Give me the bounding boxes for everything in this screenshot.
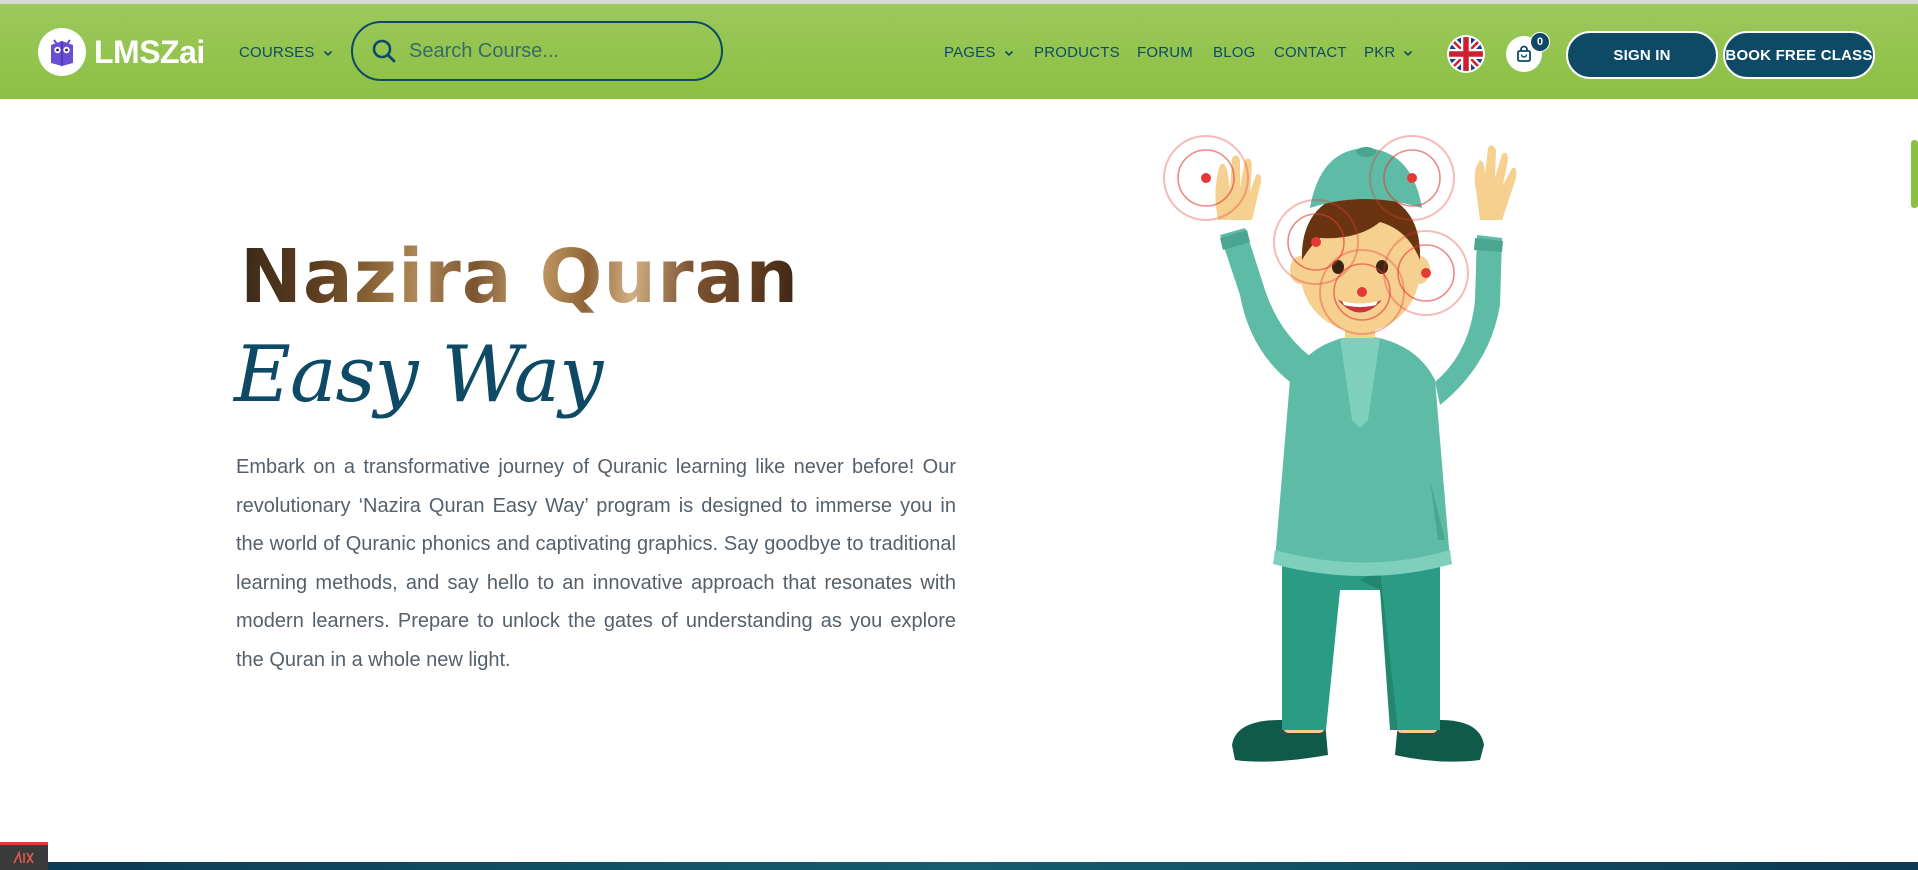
boy-waving-illustration — [1163, 135, 1517, 762]
nav-contact-label: CONTACT — [1274, 44, 1347, 61]
hotspot-left-hand[interactable] — [1178, 150, 1234, 206]
site-header: LMSZai COURSES PAGES PRODUCTS FORUM BLOG… — [0, 4, 1918, 99]
book-free-class-button[interactable]: BOOK FREE CLASS — [1723, 31, 1875, 79]
nav-courses-label: COURSES — [239, 44, 315, 61]
hero-description: Embark on a transformative journey of Qu… — [236, 456, 956, 671]
nav-forum-label: FORUM — [1137, 44, 1193, 61]
nav-products-label: PRODUCTS — [1034, 44, 1120, 61]
next-section-band — [0, 862, 1918, 870]
nav-products[interactable]: PRODUCTS — [1034, 44, 1120, 61]
language-selector[interactable] — [1447, 35, 1485, 73]
search-icon — [372, 39, 396, 63]
nav-courses[interactable]: COURSES — [239, 44, 333, 61]
owl-book-icon — [38, 28, 86, 76]
chevron-down-icon — [1404, 50, 1413, 56]
chevron-down-icon — [323, 50, 332, 56]
nav-blog[interactable]: BLOG — [1213, 44, 1255, 61]
currency-label: PKR — [1364, 44, 1396, 61]
scrollbar-thumb[interactable] — [1911, 140, 1918, 208]
search-input[interactable] — [409, 39, 689, 63]
nav-forum[interactable]: FORUM — [1137, 44, 1193, 61]
uk-flag-icon — [1449, 37, 1483, 71]
nav-pages[interactable]: PAGES — [944, 44, 1014, 61]
debug-toolbar-icon[interactable] — [0, 842, 48, 870]
logo-text: LMSZai — [94, 33, 205, 70]
chevron-down-icon — [1004, 50, 1013, 56]
hotspot-ear[interactable] — [1398, 245, 1454, 301]
search-bar[interactable] — [351, 21, 723, 81]
hotspot-mouth[interactable] — [1334, 264, 1390, 320]
hotspot-left-eye[interactable] — [1288, 214, 1344, 270]
currency-selector[interactable]: PKR — [1364, 44, 1413, 61]
nav-contact[interactable]: CONTACT — [1274, 44, 1347, 61]
cart-count-badge: 0 — [1530, 32, 1550, 52]
site-logo[interactable]: LMSZai — [38, 28, 205, 76]
hero-title: Nazira Quran — [240, 234, 800, 320]
nav-blog-label: BLOG — [1213, 44, 1256, 61]
hotspot-cap[interactable] — [1384, 150, 1440, 206]
sign-in-button[interactable]: SIGN IN — [1566, 31, 1718, 79]
hero-subtitle: Easy Way — [234, 330, 603, 420]
nav-pages-label: PAGES — [944, 44, 996, 61]
shopping-bag-icon — [1517, 45, 1531, 62]
